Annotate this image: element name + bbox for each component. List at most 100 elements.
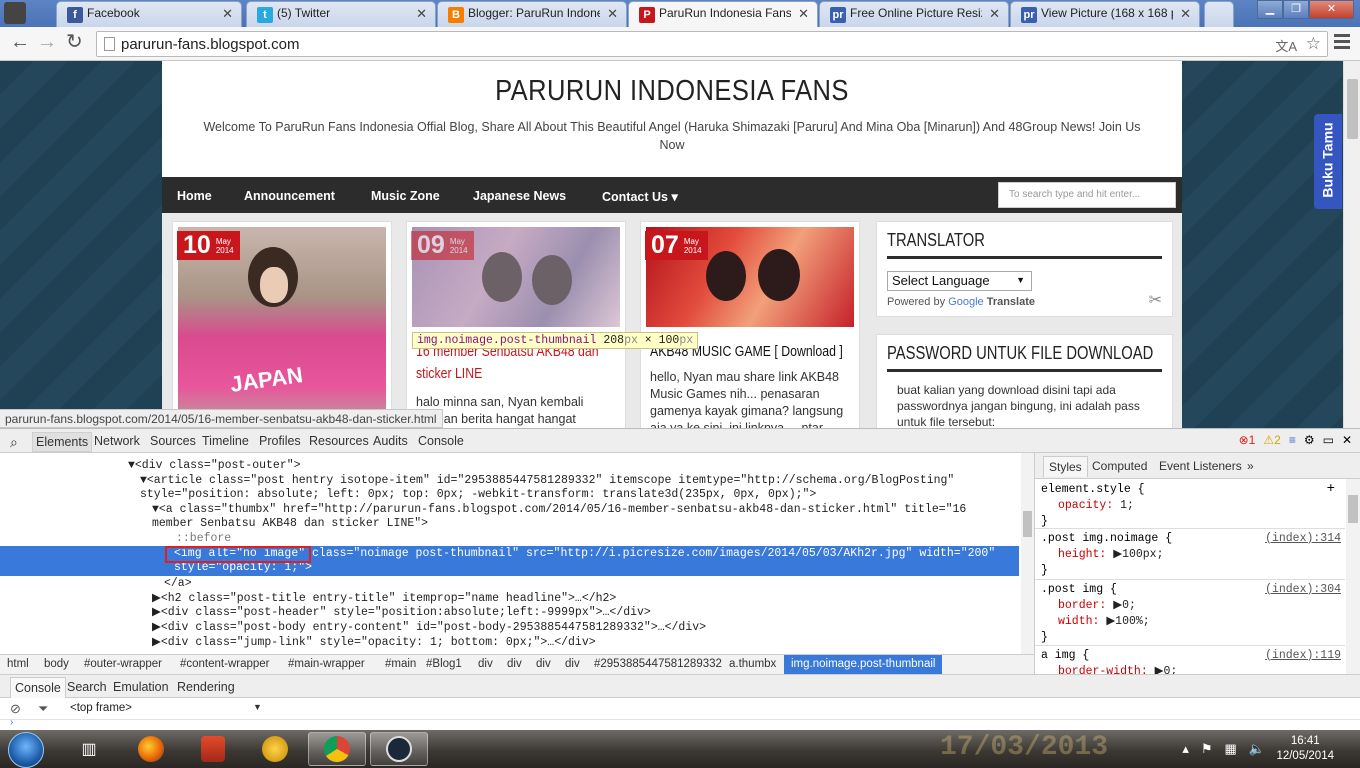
chrome-menu-icon[interactable] xyxy=(1334,34,1350,52)
google-logo[interactable]: Google xyxy=(948,296,983,308)
dom-node[interactable]: ▼<article class="post hentry isotope-ite… xyxy=(140,474,954,489)
tab-blogger[interactable]: B Blogger: ParuRun Indonesi ✕ xyxy=(437,1,627,27)
rule-source-link[interactable]: (index):304 xyxy=(1265,582,1341,598)
breadcrumb-item[interactable]: #outer-wrapper xyxy=(84,658,162,670)
close-tab-icon[interactable]: ✕ xyxy=(1180,6,1191,22)
show-hidden-icons[interactable]: ▴ xyxy=(1182,741,1189,757)
css-rule[interactable]: .post img { (index):304 border: ▶0; widt… xyxy=(1035,580,1345,646)
forward-icon[interactable]: → xyxy=(37,32,57,52)
volume-icon[interactable]: 🔈 xyxy=(1249,741,1265,757)
tab-facebook[interactable]: f Facebook ✕ xyxy=(56,1,242,27)
eop-app-icon[interactable]: ▥ xyxy=(60,732,118,766)
nav-announcement[interactable]: Announcement xyxy=(244,189,335,203)
guestbook-tab[interactable]: Buku Tamu xyxy=(1314,114,1342,209)
close-tab-icon[interactable]: ✕ xyxy=(989,6,1000,22)
breadcrumb-item[interactable]: div xyxy=(478,658,493,670)
dom-node[interactable]: ▶<div class="post-body entry-content" id… xyxy=(152,621,706,636)
tab-styles[interactable]: Styles xyxy=(1043,456,1088,477)
dropdown-arrow-icon[interactable]: ▼ xyxy=(253,702,262,712)
drawer-tab-rendering[interactable]: Rendering xyxy=(177,680,235,694)
tab-console[interactable]: Console xyxy=(418,434,464,448)
clear-console-icon[interactable]: ⊘ xyxy=(10,701,21,717)
tab-timeline[interactable]: Timeline xyxy=(202,434,249,448)
page-scrollbar[interactable] xyxy=(1343,61,1360,428)
chrome-taskbar-icon[interactable] xyxy=(308,732,366,766)
css-rule[interactable]: .post img.noimage { (index):314 height: … xyxy=(1035,529,1345,580)
close-tab-icon[interactable]: ✕ xyxy=(416,6,427,22)
restore-icon[interactable]: ❐ xyxy=(1283,0,1309,19)
site-title[interactable]: PARURUN INDONESIA FANS xyxy=(223,75,1121,108)
bookmark-star-icon[interactable]: ☆ xyxy=(1306,34,1321,54)
breadcrumb-item[interactable]: #Blog1 xyxy=(426,658,462,670)
nav-music-zone[interactable]: Music Zone xyxy=(371,189,440,203)
tab-event-listeners[interactable]: Event Listeners xyxy=(1159,459,1242,473)
css-rule[interactable]: a img { (index):119 border-width: ▶0; xyxy=(1035,646,1345,678)
back-icon[interactable]: ← xyxy=(10,32,30,52)
new-tab-button[interactable] xyxy=(1204,1,1234,27)
side-pane-scrollbar[interactable] xyxy=(1346,479,1360,674)
breadcrumb-item[interactable]: body xyxy=(44,658,69,670)
close-tab-icon[interactable]: ✕ xyxy=(798,6,809,22)
css-rule[interactable]: element.style { opacity: 1; } + xyxy=(1035,480,1345,529)
dom-node[interactable]: ▼<div class="post-outer"> xyxy=(128,459,301,474)
dom-node[interactable]: ▼<a class="thumbx" href="http://parurun-… xyxy=(152,503,966,518)
firefox-icon[interactable] xyxy=(122,732,180,766)
site-search-input[interactable]: To search type and hit enter... xyxy=(998,182,1176,208)
breadcrumb-item[interactable]: #main-wrapper xyxy=(288,658,365,670)
dom-tree-scrollbar[interactable] xyxy=(1021,453,1034,654)
breadcrumb-item-active[interactable]: img.noimage.post-thumbnail xyxy=(784,655,943,674)
ccleaner-icon[interactable] xyxy=(184,732,242,766)
filter-icon[interactable]: ⏷ xyxy=(38,701,48,717)
close-devtools-icon[interactable]: ✕ xyxy=(1342,433,1352,447)
user-avatar[interactable] xyxy=(4,2,26,24)
dom-node[interactable]: ▶<div class="post-header" style="positio… xyxy=(152,606,651,621)
pseudo-element[interactable]: ::before xyxy=(176,532,231,547)
more-tabs-icon[interactable]: » xyxy=(1247,459,1254,473)
dom-node[interactable]: </a> xyxy=(164,577,192,592)
dom-tree-panel[interactable]: ▼<div class="post-outer"> ▼<article clas… xyxy=(0,453,1021,654)
frame-select[interactable]: <top frame> xyxy=(70,702,132,714)
warning-count[interactable]: ⚠2 xyxy=(1263,433,1280,447)
address-bar[interactable]: parurun-fans.blogspot.com 文A ☆ xyxy=(96,31,1328,57)
tab-profiles[interactable]: Profiles xyxy=(259,434,301,448)
tab-network[interactable]: Network xyxy=(94,434,140,448)
nav-contact-us[interactable]: Contact Us ▾ xyxy=(602,189,678,204)
tab-elements[interactable]: Elements xyxy=(32,432,93,452)
post-card[interactable]: 07 May 2014 AKB48 MUSIC GAME [ Download ]… xyxy=(640,221,860,428)
drawer-tab-search[interactable]: Search xyxy=(67,680,107,694)
fl-studio-icon[interactable] xyxy=(246,732,304,766)
drawer-toggle-icon[interactable]: ≡ xyxy=(1289,433,1296,447)
settings-gear-icon[interactable]: ⚙ xyxy=(1304,433,1315,447)
breadcrumb-item[interactable]: div xyxy=(536,658,551,670)
drawer-tab-console[interactable]: Console xyxy=(10,677,66,698)
close-window-icon[interactable]: ✕ xyxy=(1309,0,1354,19)
tab-parurun-fans[interactable]: P ParuRun Indonesia Fans ✕ xyxy=(628,1,818,28)
close-tab-icon[interactable]: ✕ xyxy=(222,6,233,22)
nav-japanese-news[interactable]: Japanese News xyxy=(473,189,566,203)
close-tab-icon[interactable]: ✕ xyxy=(607,6,618,22)
tab-twitter[interactable]: t (5) Twitter ✕ xyxy=(246,1,436,27)
taskbar-clock[interactable]: 16:41 12/05/2014 xyxy=(1276,734,1334,764)
dom-node[interactable]: ▶<div class="jump-link" style="opacity: … xyxy=(152,636,596,651)
dom-node[interactable]: ▶<h2 class="post-title entry-title" item… xyxy=(152,592,616,607)
tab-resources[interactable]: Resources xyxy=(309,434,369,448)
minimize-icon[interactable]: ▁ xyxy=(1257,0,1283,19)
reload-icon[interactable]: ↻ xyxy=(66,32,83,52)
tab-picture-resize[interactable]: pr Free Online Picture Resize ✕ xyxy=(819,1,1009,27)
tab-audits[interactable]: Audits xyxy=(373,434,408,448)
network-icon[interactable]: ▦ xyxy=(1225,741,1237,757)
drawer-tab-emulation[interactable]: Emulation xyxy=(113,680,169,694)
breadcrumb-item[interactable]: html xyxy=(7,658,29,670)
breadcrumb-item[interactable]: #2953885447581289332 xyxy=(594,658,722,670)
tab-view-picture[interactable]: pr View Picture (168 x 168 pi ✕ xyxy=(1010,1,1200,27)
start-button[interactable] xyxy=(8,732,44,768)
console-prompt[interactable]: › xyxy=(0,717,1360,730)
post-card[interactable]: 09 May 2014 16 member Senbatsu AKB48 dan … xyxy=(406,221,626,428)
translate-icon[interactable]: 文A xyxy=(1275,36,1297,55)
breadcrumb-item[interactable]: div xyxy=(507,658,522,670)
post-card[interactable]: JAPAN 10 May 2014 xyxy=(172,221,392,428)
breadcrumb-item[interactable]: a.thumbx xyxy=(729,658,776,670)
action-center-flag-icon[interactable]: ⚑ xyxy=(1201,741,1213,757)
breadcrumb-item[interactable]: #main xyxy=(385,658,416,670)
tab-computed[interactable]: Computed xyxy=(1092,459,1147,473)
